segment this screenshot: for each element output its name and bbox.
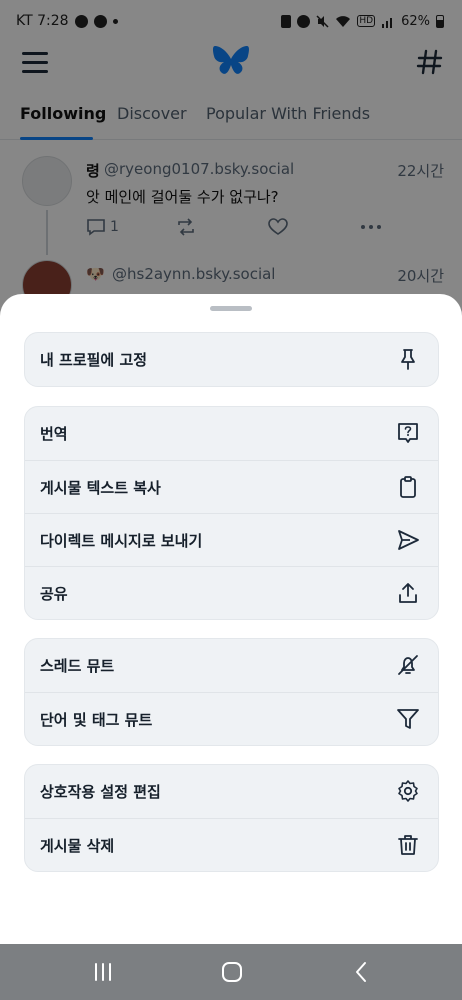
gear-icon <box>398 780 418 802</box>
item-label: 번역 <box>40 425 68 443</box>
filter-icon <box>397 709 419 729</box>
mute-words-tags-item[interactable]: 단어 및 태그 뮤트 <box>25 692 438 745</box>
options-group-share: 번역 게시물 텍스트 복사 다이렉트 메시지로 보내기 공유 <box>24 406 439 620</box>
clipboard-icon <box>400 476 416 498</box>
home-icon[interactable] <box>219 960 245 984</box>
options-group-manage: 상호작용 설정 편집 게시물 삭제 <box>24 764 439 872</box>
edit-interaction-settings-item[interactable]: 상호작용 설정 편집 <box>25 765 438 818</box>
system-nav-bar <box>0 944 462 1000</box>
pin-icon <box>401 349 415 370</box>
item-label: 상호작용 설정 편집 <box>40 783 161 801</box>
pin-to-profile-item[interactable]: 내 프로필에 고정 <box>25 333 438 386</box>
bell-slash-icon <box>398 655 418 675</box>
delete-post-item[interactable]: 게시물 삭제 <box>25 818 438 871</box>
copy-post-text-item[interactable]: 게시물 텍스트 복사 <box>25 460 438 513</box>
translate-item[interactable]: 번역 <box>25 407 438 460</box>
share-icon <box>399 583 417 603</box>
item-label: 내 프로필에 고정 <box>40 351 148 369</box>
recent-apps-icon[interactable] <box>90 960 116 984</box>
sheet-drag-handle[interactable] <box>210 306 252 311</box>
item-label: 단어 및 태그 뮤트 <box>40 710 153 729</box>
back-icon[interactable] <box>349 960 375 984</box>
item-label: 공유 <box>40 584 68 603</box>
send-direct-message-item[interactable]: 다이렉트 메시지로 보내기 <box>25 513 438 566</box>
item-label: 다이렉트 메시지로 보내기 <box>40 531 203 550</box>
options-group-pin: 내 프로필에 고정 <box>24 332 439 387</box>
item-label: 게시물 삭제 <box>40 836 115 855</box>
post-options-sheet: 내 프로필에 고정 번역 게시물 텍스트 복사 다이렉트 메시지로 보내기 공유… <box>0 294 462 944</box>
share-item[interactable]: 공유 <box>25 566 438 619</box>
item-label: 스레드 뮤트 <box>40 657 115 675</box>
send-icon <box>398 530 419 550</box>
trash-icon <box>398 835 418 855</box>
item-label: 게시물 텍스트 복사 <box>40 478 161 497</box>
options-group-mute: 스레드 뮤트 단어 및 태그 뮤트 <box>24 638 439 746</box>
mute-thread-item[interactable]: 스레드 뮤트 <box>25 639 438 692</box>
translate-icon <box>398 423 418 443</box>
